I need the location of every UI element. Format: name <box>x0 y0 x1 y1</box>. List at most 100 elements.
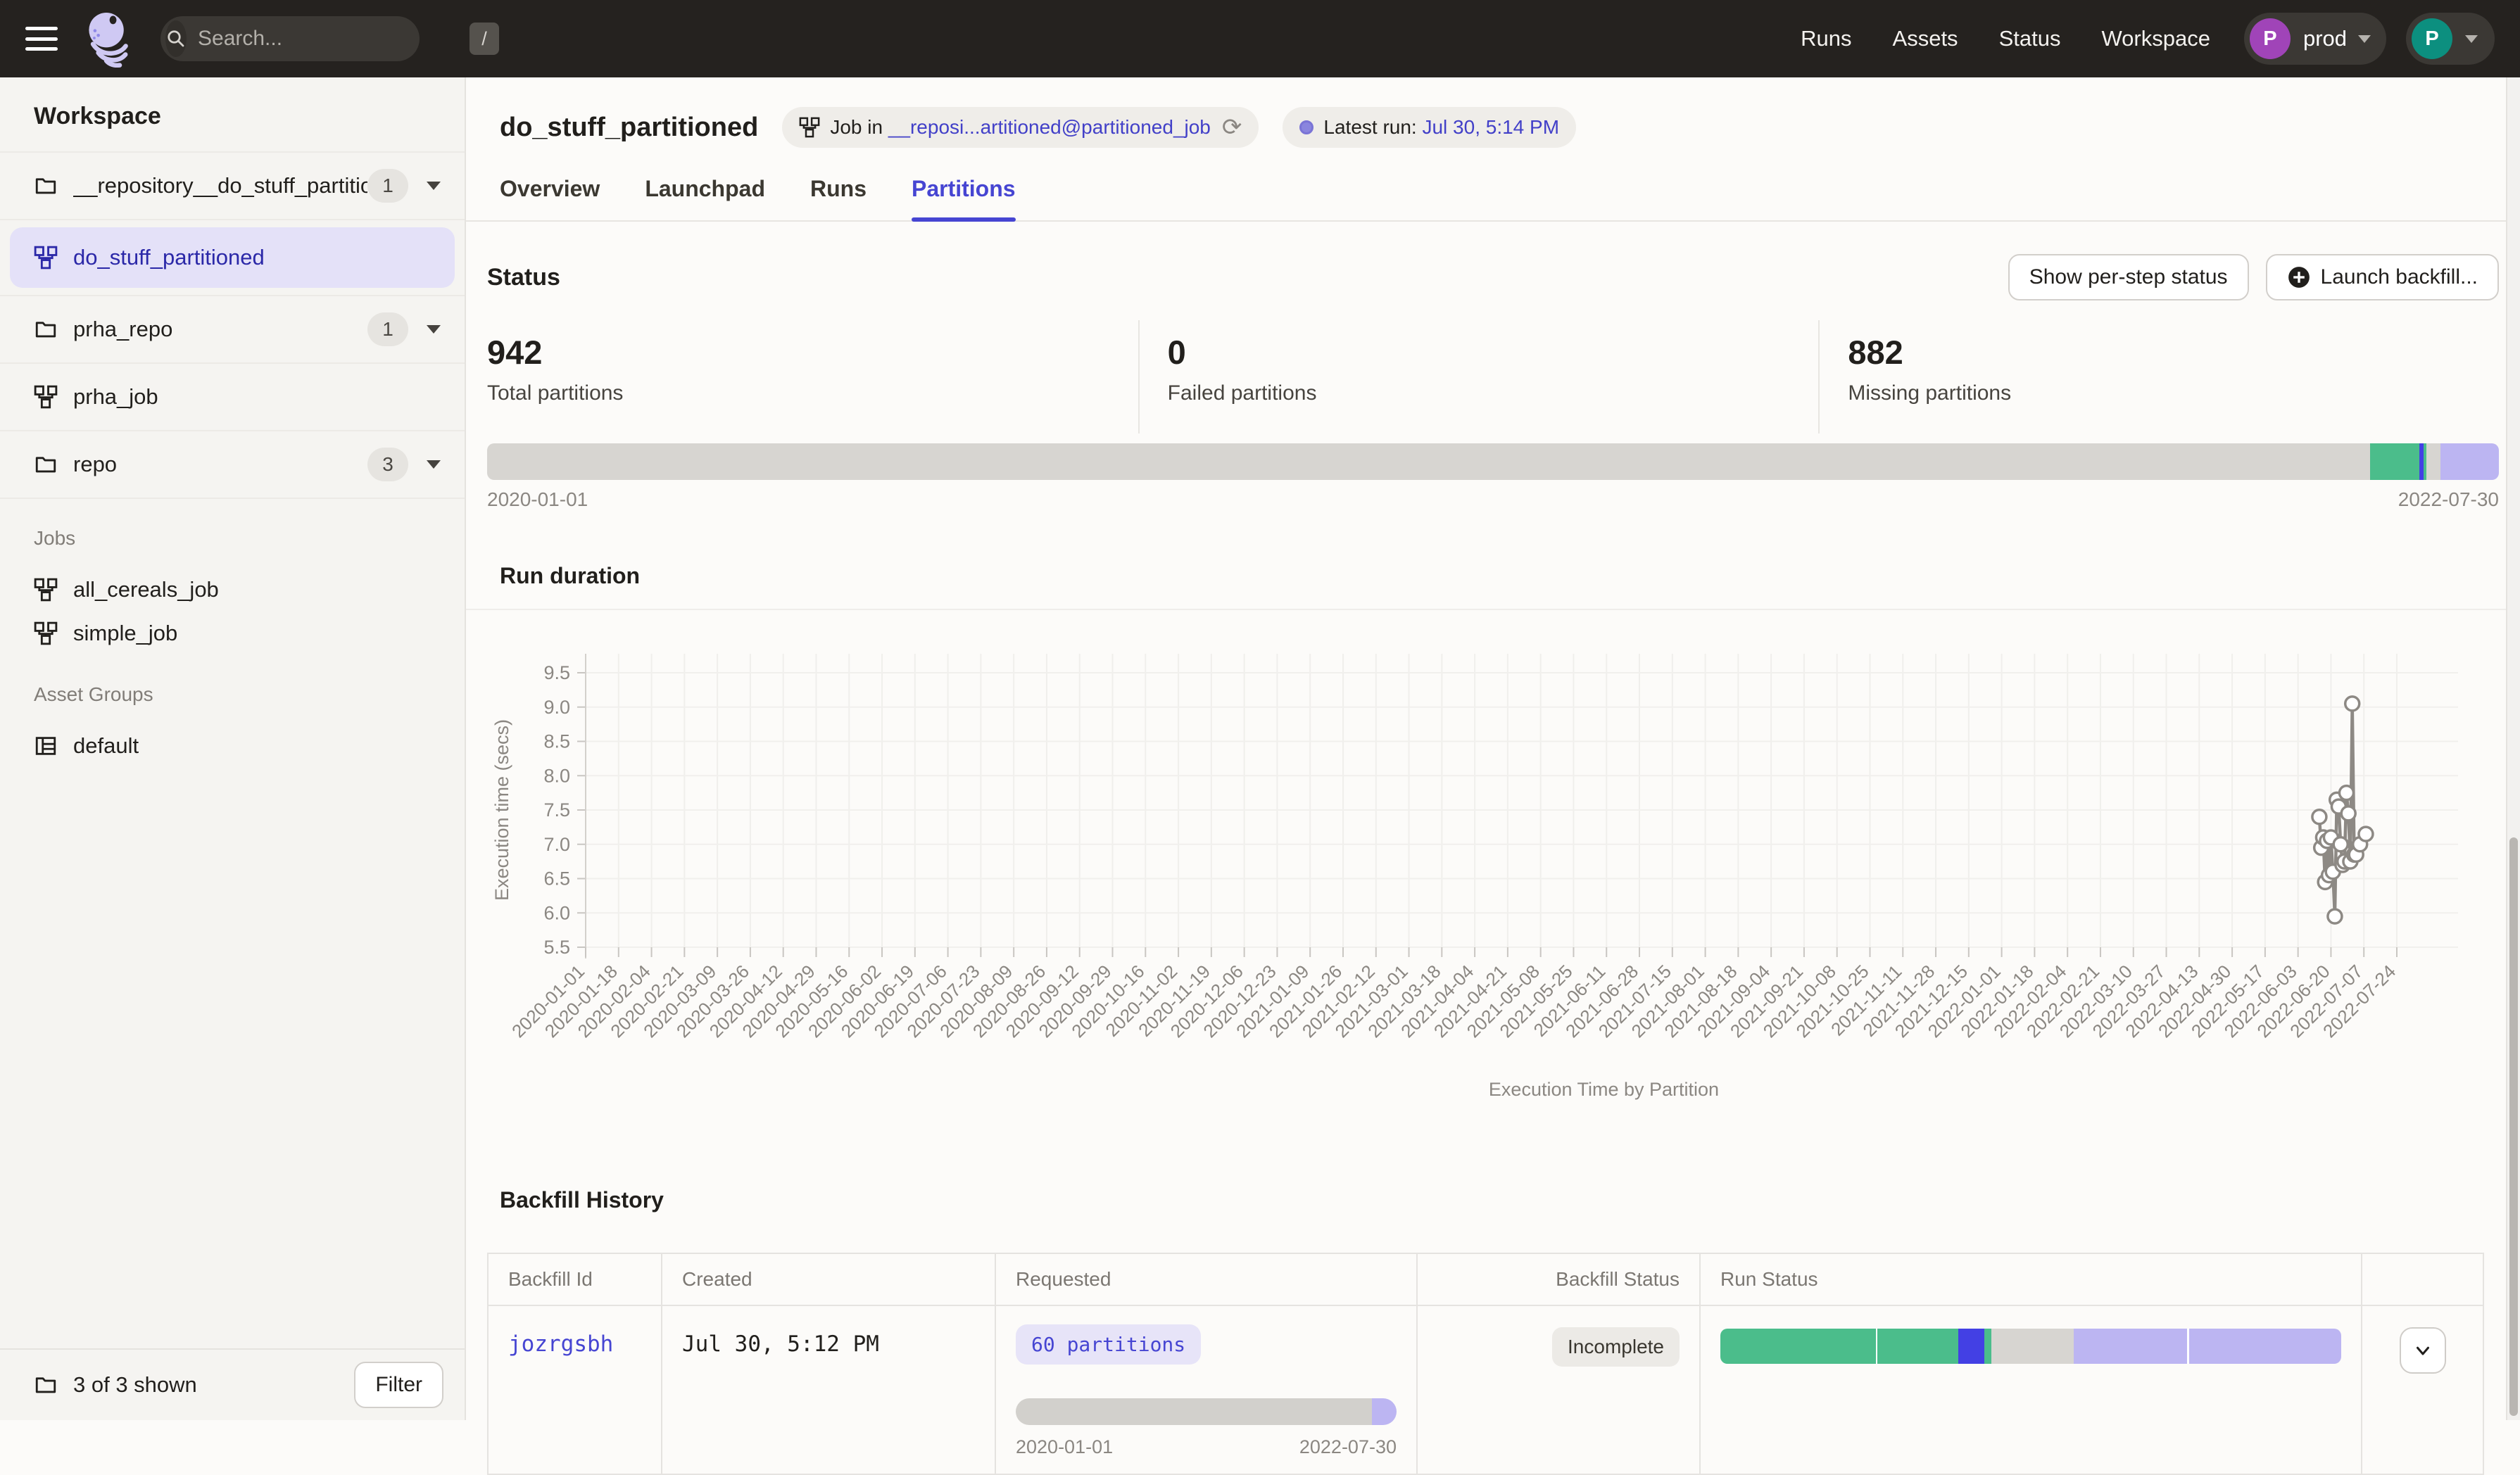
folder-icon <box>34 452 58 476</box>
run-status-dot-icon <box>1299 120 1313 134</box>
search-input[interactable] <box>187 27 470 51</box>
svg-text:5.5: 5.5 <box>543 937 570 958</box>
nav-link-assets[interactable]: Assets <box>1893 26 1958 51</box>
count-badge: 3 <box>367 448 408 481</box>
latest-run-link[interactable]: Jul 30, 5:14 PM <box>1422 116 1559 139</box>
sidebar-item-label: __repository__do_stuff_partitio... <box>73 173 367 198</box>
hamburger-menu-icon[interactable] <box>25 27 58 51</box>
job-origin-prefix: Job in <box>830 116 883 139</box>
sidebar-item-label: repo <box>73 452 367 477</box>
sidebar-item-default-group[interactable]: default <box>34 724 465 768</box>
plus-circle-icon <box>2287 265 2311 289</box>
dagster-logo[interactable] <box>80 9 134 68</box>
tab-overview[interactable]: Overview <box>500 176 600 220</box>
partition-stats: 942 Total partitions 0 Failed partitions… <box>487 320 2499 433</box>
caret-down-icon[interactable] <box>427 182 441 190</box>
latest-run-badge: Latest run: Jul 30, 5:14 PM <box>1283 107 1576 148</box>
sidebar-item-prha-job[interactable]: prha_job <box>0 364 465 431</box>
col-created: Created <box>662 1253 995 1305</box>
top-nav: / Runs Assets Status Workspace P prod P <box>0 0 2520 77</box>
sidebar-item-do-stuff-partitioned[interactable]: do_stuff_partitioned <box>10 227 455 288</box>
tab-runs[interactable]: Runs <box>810 176 867 220</box>
job-origin-badge: Job in __reposi...artitioned@partitioned… <box>782 107 1259 148</box>
job-icon <box>34 246 58 270</box>
col-requested: Requested <box>995 1253 1417 1305</box>
svg-text:9.5: 9.5 <box>543 662 570 683</box>
backfill-created: Jul 30, 5:12 PM <box>682 1306 975 1357</box>
folder-icon <box>34 1373 58 1397</box>
scrollbar-thumb[interactable] <box>2509 837 2518 1416</box>
sidebar-item-repository[interactable]: __repository__do_stuff_partitio... 1 <box>0 153 465 220</box>
status-section-title: Status <box>487 264 560 291</box>
sidebar-item-label: prha_job <box>73 384 441 410</box>
sidebar-item-label: default <box>73 733 139 759</box>
partition-range-start: 2020-01-01 <box>487 488 588 511</box>
tab-partitions[interactable]: Partitions <box>912 176 1016 220</box>
stat-failed-partitions: 0 Failed partitions <box>1138 320 1819 433</box>
job-icon <box>799 117 820 138</box>
sidebar-item-all-cereals-job[interactable]: all_cereals_job <box>34 568 465 612</box>
col-run-status: Run Status <box>1700 1253 2362 1305</box>
run-duration-chart[interactable]: 5.56.06.57.07.58.08.59.09.52020-01-01202… <box>487 641 2499 1120</box>
deployment-switcher[interactable]: P prod <box>2244 13 2386 65</box>
svg-text:9.0: 9.0 <box>543 697 570 718</box>
sidebar-item-simple-job[interactable]: simple_job <box>34 612 465 655</box>
sidebar-item-repo[interactable]: repo 3 <box>0 431 465 499</box>
expand-row-button[interactable] <box>2400 1327 2446 1374</box>
sidebar-item-prha-repo[interactable]: prha_repo 1 <box>0 296 465 364</box>
folder-icon <box>34 317 58 341</box>
col-backfill-status: Backfill Status <box>1417 1253 1700 1305</box>
count-badge: 1 <box>367 312 408 346</box>
svg-text:6.0: 6.0 <box>543 902 570 923</box>
sidebar-footer: 3 of 3 shown Filter <box>0 1348 465 1420</box>
svg-text:7.0: 7.0 <box>543 834 570 855</box>
caret-down-icon[interactable] <box>427 460 441 469</box>
backfill-row: jozrgsbh Jul 30, 5:12 PM 60 partitions 2… <box>488 1305 2483 1474</box>
partition-status-bar[interactable] <box>487 443 2499 480</box>
svg-text:8.0: 8.0 <box>543 765 570 786</box>
show-per-step-status-button[interactable]: Show per-step status <box>2008 254 2249 300</box>
tab-launchpad[interactable]: Launchpad <box>645 176 765 220</box>
launch-backfill-button[interactable]: Launch backfill... <box>2266 254 2499 300</box>
main-content: do_stuff_partitioned Job in __reposi...a… <box>466 77 2520 1420</box>
caret-down-icon[interactable] <box>427 325 441 334</box>
stat-missing-partitions: 882 Missing partitions <box>1818 320 2499 433</box>
requested-partitions-badge[interactable]: 60 partitions <box>1016 1324 1201 1365</box>
requested-range-start: 2020-01-01 <box>1016 1436 1113 1458</box>
job-tabs: Overview Launchpad Runs Partitions <box>466 148 2520 222</box>
global-search[interactable]: / <box>160 16 420 61</box>
latest-run-label: Latest run: <box>1323 116 1416 139</box>
search-icon <box>165 20 187 57</box>
job-icon <box>34 385 58 409</box>
section-label-asset-groups: Asset Groups <box>34 683 465 706</box>
requested-range-end: 2022-07-30 <box>1299 1436 1397 1458</box>
search-shortcut-key: / <box>470 23 499 55</box>
job-icon <box>34 621 58 645</box>
nav-link-workspace[interactable]: Workspace <box>2101 26 2210 51</box>
deployment-avatar: P <box>2250 18 2291 59</box>
section-label-jobs: Jobs <box>34 527 465 550</box>
sidebar-item-label: simple_job <box>73 621 177 646</box>
backfill-history-table: Backfill Id Created Requested Backfill S… <box>487 1253 2484 1475</box>
backfill-history-title: Backfill History <box>500 1187 2520 1213</box>
filter-button[interactable]: Filter <box>354 1362 443 1408</box>
deployment-label: prod <box>2303 26 2347 51</box>
vertical-scrollbar[interactable] <box>2506 77 2520 1420</box>
count-badge: 1 <box>367 169 408 203</box>
sidebar-item-label: all_cereals_job <box>73 577 219 602</box>
backfill-id-link[interactable]: jozrgsbh <box>508 1331 613 1357</box>
nav-link-status[interactable]: Status <box>1999 26 2061 51</box>
reload-icon[interactable]: ⟳ <box>1222 113 1242 141</box>
asset-group-icon <box>34 734 58 758</box>
job-origin-link[interactable]: __reposi...artitioned@partitioned_job <box>888 116 1211 139</box>
partition-range-end: 2022-07-30 <box>2398 488 2499 511</box>
user-menu[interactable]: P <box>2406 13 2495 65</box>
stat-total-partitions: 942 Total partitions <box>487 320 1138 433</box>
run-status-bar[interactable] <box>1720 1329 2341 1364</box>
nav-link-runs[interactable]: Runs <box>1801 26 1851 51</box>
col-backfill-id: Backfill Id <box>488 1253 662 1305</box>
svg-text:8.5: 8.5 <box>543 731 570 752</box>
svg-text:6.5: 6.5 <box>543 868 570 890</box>
svg-text:Execution Time by Partition: Execution Time by Partition <box>1489 1079 1719 1100</box>
backfill-status-badge: Incomplete <box>1552 1327 1680 1367</box>
